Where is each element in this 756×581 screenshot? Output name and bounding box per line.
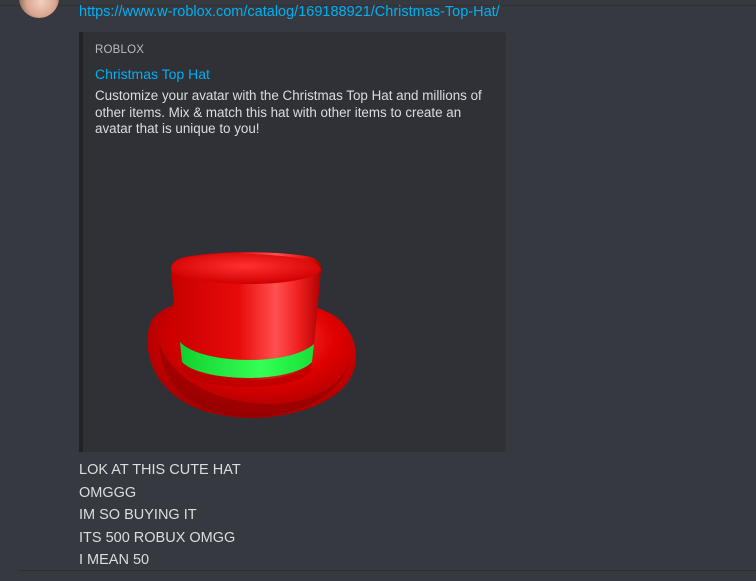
link-embed: ROBLOX Christmas Top Hat Customize your … [79,32,506,452]
embed-description: Customize your avatar with the Christmas… [95,88,482,136]
user-avatar[interactable] [19,0,59,18]
embed-title-link[interactable]: Christmas Top Hat [95,66,210,82]
message-line: ITS 500 ROBUX OMGG [79,529,236,546]
hat-thumbnail-image[interactable] [131,222,363,422]
message-line: I MEAN 50 [79,552,150,568]
embed-provider: ROBLOX [95,44,145,56]
message-divider-bottom [18,570,756,571]
message-line: IM SO BUYING IT [79,507,197,523]
message-line: OMGGG [79,484,137,501]
message-content: LOK AT THIS CUTE HAT OMGGG IM SO BUYING … [79,459,679,572]
message-line: LOK AT THIS CUTE HAT [79,462,241,478]
catalog-link[interactable]: https://www.w-roblox.com/catalog/1691889… [79,4,500,20]
